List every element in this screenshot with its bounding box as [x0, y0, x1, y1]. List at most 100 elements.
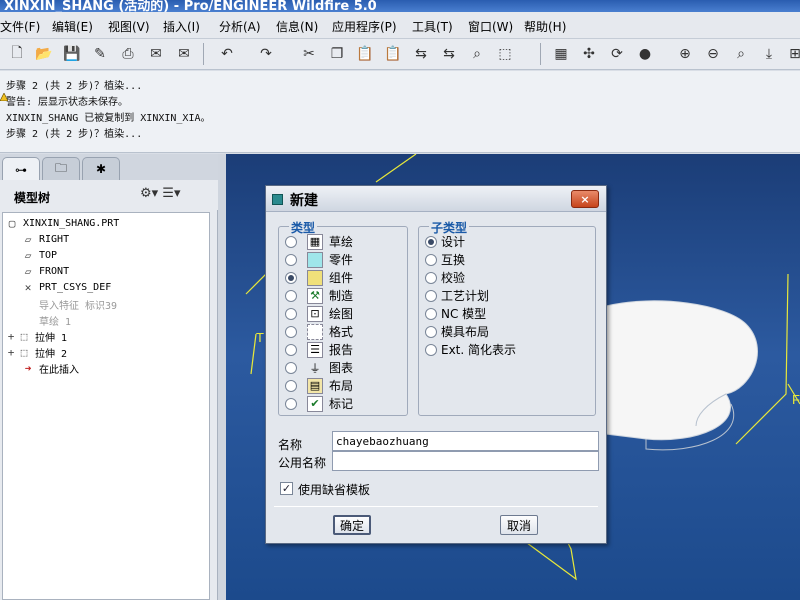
type-option-label: 布局	[329, 379, 354, 393]
datum-display-icon[interactable]: ▦	[550, 43, 572, 65]
tree-item[interactable]: ▱ FRONT	[21, 265, 69, 278]
tree-settings-icon[interactable]: ⚙▾ ☰▾	[140, 186, 181, 201]
radio-button[interactable]	[425, 235, 437, 248]
menu-edit[interactable]: 编辑(E)	[52, 18, 93, 35]
radio-button[interactable]	[285, 289, 297, 302]
radio-button[interactable]	[425, 325, 437, 338]
selection-box-icon[interactable]: ⬚	[494, 43, 516, 65]
folder-browser-tab-icon[interactable]: 🗀	[42, 157, 80, 180]
type-option-manufacturing[interactable]: ⚒ 制造	[285, 287, 353, 304]
menu-tools[interactable]: 工具(T)	[412, 18, 453, 35]
type-option-sketch[interactable]: ▦ 草绘	[285, 233, 353, 250]
type-option-part[interactable]: 零件	[285, 251, 353, 268]
reorient-icon[interactable]: ⤓	[758, 43, 780, 65]
zoom-in-icon[interactable]: ⊕	[674, 43, 696, 65]
subtype-option-ext-simplified-rep[interactable]: Ext. 简化表示	[425, 341, 516, 358]
cancel-button[interactable]: 取消	[500, 515, 538, 535]
menu-insert[interactable]: 插入(I)	[163, 18, 200, 35]
radio-button[interactable]	[285, 397, 297, 410]
menu-analysis[interactable]: 分析(A)	[219, 18, 261, 35]
tree-item[interactable]: ✕ PRT_CSYS_DEF	[21, 281, 112, 294]
zoom-out-icon[interactable]: ⊖	[702, 43, 724, 65]
radio-button[interactable]	[425, 253, 437, 266]
cut-icon[interactable]: ✂	[298, 43, 320, 65]
radio-button[interactable]	[285, 343, 297, 356]
subtype-option-nc-model[interactable]: NC 模型	[425, 305, 486, 322]
open-folder-icon[interactable]: 📂	[33, 43, 55, 65]
dialog-titlebar[interactable]: 新建 ×	[266, 186, 606, 212]
type-option-drawing[interactable]: ⊡ 绘图	[285, 305, 353, 322]
subtype-option-mold-layout[interactable]: 模具布局	[425, 323, 489, 340]
type-option-assembly[interactable]: 组件	[285, 269, 353, 286]
paste-icon[interactable]: 📋	[354, 43, 376, 65]
radio-button[interactable]	[285, 325, 297, 338]
email-link-icon[interactable]: ✉	[173, 43, 195, 65]
common-name-input[interactable]	[332, 451, 599, 471]
type-option-layout[interactable]: ▤ 布局	[285, 377, 353, 394]
csys-icon: ✕	[24, 281, 32, 294]
save-copy-icon[interactable]: ✎	[89, 43, 111, 65]
tree-item[interactable]: ➜ 在此插入	[21, 361, 79, 376]
subtype-option-design[interactable]: 设计	[425, 233, 465, 250]
email-icon[interactable]: ✉	[145, 43, 167, 65]
ok-button[interactable]: 确定	[333, 515, 371, 535]
tree-item[interactable]: + ⬚ 拉伸 1	[7, 329, 67, 344]
expand-icon[interactable]: +	[7, 346, 15, 359]
manufacturing-icon: ⚒	[307, 287, 323, 304]
tree-item[interactable]: ▱ RIGHT	[21, 233, 69, 246]
use-default-template-checkbox[interactable]: ✓	[280, 482, 293, 495]
menu-view[interactable]: 视图(V)	[108, 18, 150, 35]
model-tree-tab-icon[interactable]: ⊶	[2, 157, 40, 181]
orient-mode-icon[interactable]: ⟳	[606, 43, 628, 65]
find-icon[interactable]: ⌕	[466, 43, 488, 65]
close-button[interactable]: ×	[571, 190, 599, 208]
name-input[interactable]	[332, 431, 599, 451]
menu-info[interactable]: 信息(N)	[276, 18, 318, 35]
tree-item[interactable]: 草绘 1	[21, 313, 71, 328]
tree-item-label: 拉伸 1	[35, 333, 68, 344]
copy-icon[interactable]: ❐	[326, 43, 348, 65]
save-icon[interactable]: 💾	[61, 43, 83, 65]
subtype-option-process-plan[interactable]: 工艺计划	[425, 287, 489, 304]
menu-applications[interactable]: 应用程序(P)	[332, 18, 397, 35]
type-option-format[interactable]: 格式	[285, 323, 353, 340]
paste-special-icon[interactable]: 📋	[382, 43, 404, 65]
redo-icon[interactable]: ↷	[255, 43, 277, 65]
new-file-icon[interactable]: 🗋	[6, 43, 28, 65]
menu-window[interactable]: 窗口(W)	[468, 18, 513, 35]
radio-button[interactable]	[285, 307, 297, 320]
radio-button[interactable]	[285, 235, 297, 248]
type-option-label: 零件	[329, 253, 354, 267]
print-icon[interactable]: ⎙	[117, 43, 139, 65]
type-option-diagram[interactable]: ⏚ 图表	[285, 359, 353, 376]
tree-item[interactable]: ▱ TOP	[21, 249, 57, 262]
radio-button[interactable]	[285, 253, 297, 266]
saved-views-icon[interactable]: ⊞	[784, 43, 800, 65]
subtype-option-interchange[interactable]: 互换	[425, 251, 465, 268]
subtype-option-verify[interactable]: 校验	[425, 269, 465, 286]
radio-button[interactable]	[425, 307, 437, 320]
favorites-tab-icon[interactable]: ✱	[82, 157, 120, 180]
spin-center-icon[interactable]: ✣	[578, 43, 600, 65]
refit-icon[interactable]: ⌕	[730, 43, 752, 65]
radio-button[interactable]	[285, 361, 297, 374]
regenerate-manager-icon[interactable]: ⇆	[438, 43, 460, 65]
radio-button[interactable]	[285, 379, 297, 392]
radio-button[interactable]	[285, 271, 297, 284]
undo-icon[interactable]: ↶	[216, 43, 238, 65]
radio-button[interactable]	[425, 343, 437, 356]
type-option-report[interactable]: ☰ 报告	[285, 341, 353, 358]
use-default-template-label: 使用缺省模板	[298, 483, 371, 497]
radio-button[interactable]	[425, 271, 437, 284]
menu-file[interactable]: 文件(F)	[0, 18, 40, 35]
radio-button[interactable]	[425, 289, 437, 302]
shading-icon[interactable]: ●	[634, 43, 656, 65]
tree-item[interactable]: 导入特征 标识39	[21, 297, 117, 312]
tree-item[interactable]: + ⬚ 拉伸 2	[7, 345, 67, 360]
menu-help[interactable]: 帮助(H)	[524, 18, 566, 35]
expand-icon[interactable]: +	[7, 330, 15, 343]
type-option-markup[interactable]: ✔ 标记	[285, 395, 353, 412]
panel-resize-handle[interactable]	[218, 154, 226, 600]
regenerate-icon[interactable]: ⇆	[410, 43, 432, 65]
tree-item[interactable]: ▢ XINXIN_SHANG.PRT	[5, 217, 120, 230]
